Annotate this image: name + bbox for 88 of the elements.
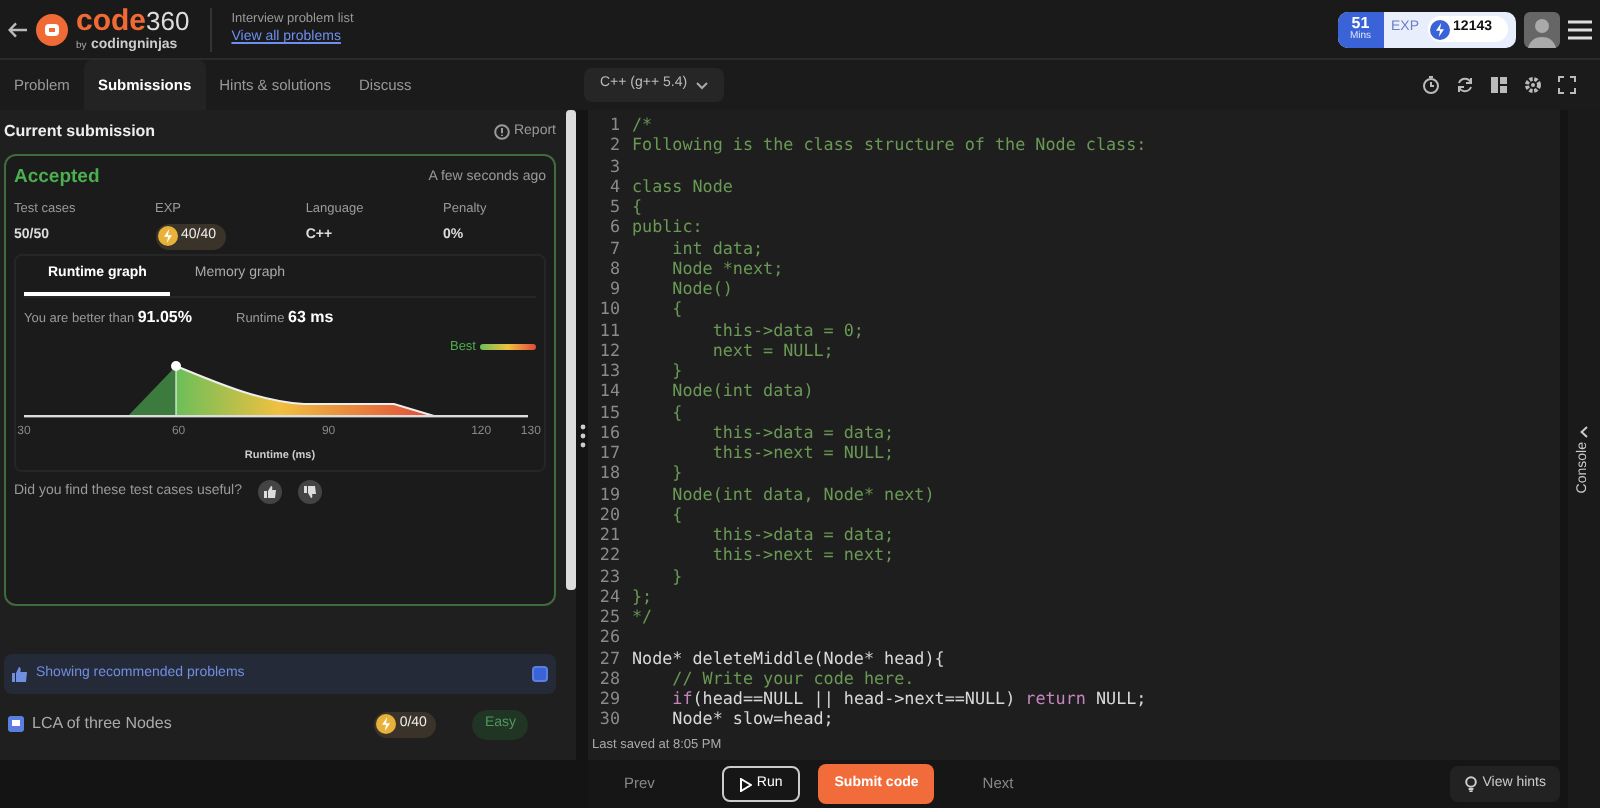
thumbs-up-icon[interactable] bbox=[258, 479, 283, 504]
code-line[interactable]: next = NULL; bbox=[632, 339, 834, 360]
code-line[interactable]: { bbox=[632, 503, 683, 524]
code-line[interactable]: this->next = NULL; bbox=[632, 442, 895, 462]
line-number: 22 bbox=[599, 544, 620, 565]
code-line[interactable]: } bbox=[632, 360, 683, 380]
line-number: 11 bbox=[599, 319, 620, 339]
line-number: 12 bbox=[599, 339, 620, 360]
code-line[interactable]: { bbox=[632, 298, 683, 319]
code-line[interactable]: Node* deleteMiddle(Node* head){ bbox=[632, 647, 945, 667]
brand-name: code bbox=[76, 4, 147, 38]
code-line[interactable]: Node(int data) bbox=[632, 380, 814, 401]
back-arrow-icon[interactable] bbox=[8, 21, 28, 37]
line-number: 30 bbox=[599, 708, 620, 729]
line-number: 15 bbox=[599, 401, 620, 421]
line-number: 17 bbox=[599, 442, 620, 462]
line-number: 23 bbox=[599, 565, 620, 585]
lightbulb-icon bbox=[1464, 776, 1479, 792]
line-number: 9 bbox=[609, 278, 620, 298]
layout-icon[interactable] bbox=[1490, 76, 1508, 94]
panel-title: Current submission bbox=[4, 120, 156, 144]
play-icon bbox=[740, 777, 753, 791]
line-number: 19 bbox=[599, 483, 620, 503]
problem-title[interactable]: LCA of three Nodes bbox=[32, 712, 172, 737]
fullscreen-icon[interactable] bbox=[1558, 76, 1576, 94]
line-number: 10 bbox=[599, 298, 620, 319]
brand-number: 360 bbox=[146, 6, 190, 36]
thumbs-up-icon bbox=[12, 666, 28, 682]
timer-value: 51 bbox=[1351, 16, 1370, 32]
line-number: 14 bbox=[599, 380, 620, 401]
code-line[interactable]: if(head==NULL || head->next==NULL) return NULL; bbox=[632, 688, 1147, 708]
thumbs-down-icon[interactable] bbox=[298, 479, 323, 504]
line-number: 5 bbox=[609, 196, 620, 216]
status: Accepted bbox=[14, 164, 100, 192]
line-number: 24 bbox=[599, 585, 620, 606]
code-line[interactable]: Node() bbox=[632, 278, 733, 298]
code-line[interactable]: } bbox=[632, 462, 683, 483]
code-line[interactable]: // Write your code here. bbox=[632, 667, 915, 688]
chevron-left-icon[interactable] bbox=[1580, 425, 1588, 438]
line-number: 21 bbox=[599, 524, 620, 544]
code-line[interactable]: /* bbox=[632, 114, 653, 134]
refresh-icon[interactable] bbox=[1456, 76, 1474, 94]
code-line[interactable]: */ bbox=[632, 606, 653, 626]
code-line[interactable]: { bbox=[632, 401, 683, 421]
line-number: 27 bbox=[599, 647, 620, 667]
logo-icon bbox=[36, 13, 68, 45]
drag-handle-icon[interactable] bbox=[579, 423, 585, 447]
code-line[interactable]: Node *next; bbox=[632, 257, 784, 278]
code-line[interactable]: this->next = next; bbox=[632, 544, 895, 565]
code-line[interactable]: this->data = data; bbox=[632, 421, 895, 442]
problem-icon bbox=[8, 716, 24, 733]
code-line[interactable]: Node* slow=head; bbox=[632, 708, 834, 729]
code-line[interactable]: } bbox=[632, 565, 683, 585]
line-number: 8 bbox=[609, 257, 620, 278]
code-line[interactable]: int data; bbox=[632, 237, 764, 257]
code-line[interactable]: }; bbox=[632, 585, 653, 606]
bolt-icon bbox=[157, 226, 177, 247]
line-number: 13 bbox=[599, 360, 620, 380]
code-line[interactable]: class Node bbox=[632, 175, 733, 196]
code-line[interactable]: this->data = data; bbox=[632, 524, 895, 544]
timer-icon[interactable] bbox=[1422, 76, 1440, 94]
line-number: 4 bbox=[609, 175, 620, 196]
line-number: 3 bbox=[609, 155, 620, 175]
bolt-icon bbox=[375, 714, 396, 735]
code-line[interactable]: public: bbox=[632, 216, 703, 237]
line-number: 28 bbox=[599, 667, 620, 688]
avatar[interactable] bbox=[1524, 11, 1560, 47]
code-line[interactable]: this->data = 0; bbox=[632, 319, 864, 339]
line-number: 7 bbox=[609, 237, 620, 257]
recommended-checkbox[interactable] bbox=[532, 666, 548, 682]
code-line[interactable]: Following is the class structure of the Node class: bbox=[632, 134, 1147, 155]
line-number: 2 bbox=[609, 134, 620, 155]
caret-icon bbox=[695, 81, 708, 89]
line-number: 26 bbox=[599, 626, 620, 647]
line-number: 1 bbox=[609, 114, 620, 134]
line-number: 16 bbox=[599, 421, 620, 442]
line-number: 25 bbox=[599, 606, 620, 626]
legend-gradient-icon bbox=[480, 344, 536, 351]
line-number: 6 bbox=[609, 216, 620, 237]
info-icon bbox=[493, 124, 510, 140]
code-line[interactable]: Node(int data, Node* next) bbox=[632, 483, 935, 503]
line-number: 18 bbox=[599, 462, 620, 483]
settings-icon[interactable] bbox=[1524, 76, 1542, 94]
scrollbar[interactable] bbox=[566, 110, 576, 590]
menu-icon[interactable] bbox=[1568, 19, 1592, 39]
line-number: 29 bbox=[599, 688, 620, 708]
code-line[interactable]: { bbox=[632, 196, 643, 216]
line-number: 20 bbox=[599, 503, 620, 524]
